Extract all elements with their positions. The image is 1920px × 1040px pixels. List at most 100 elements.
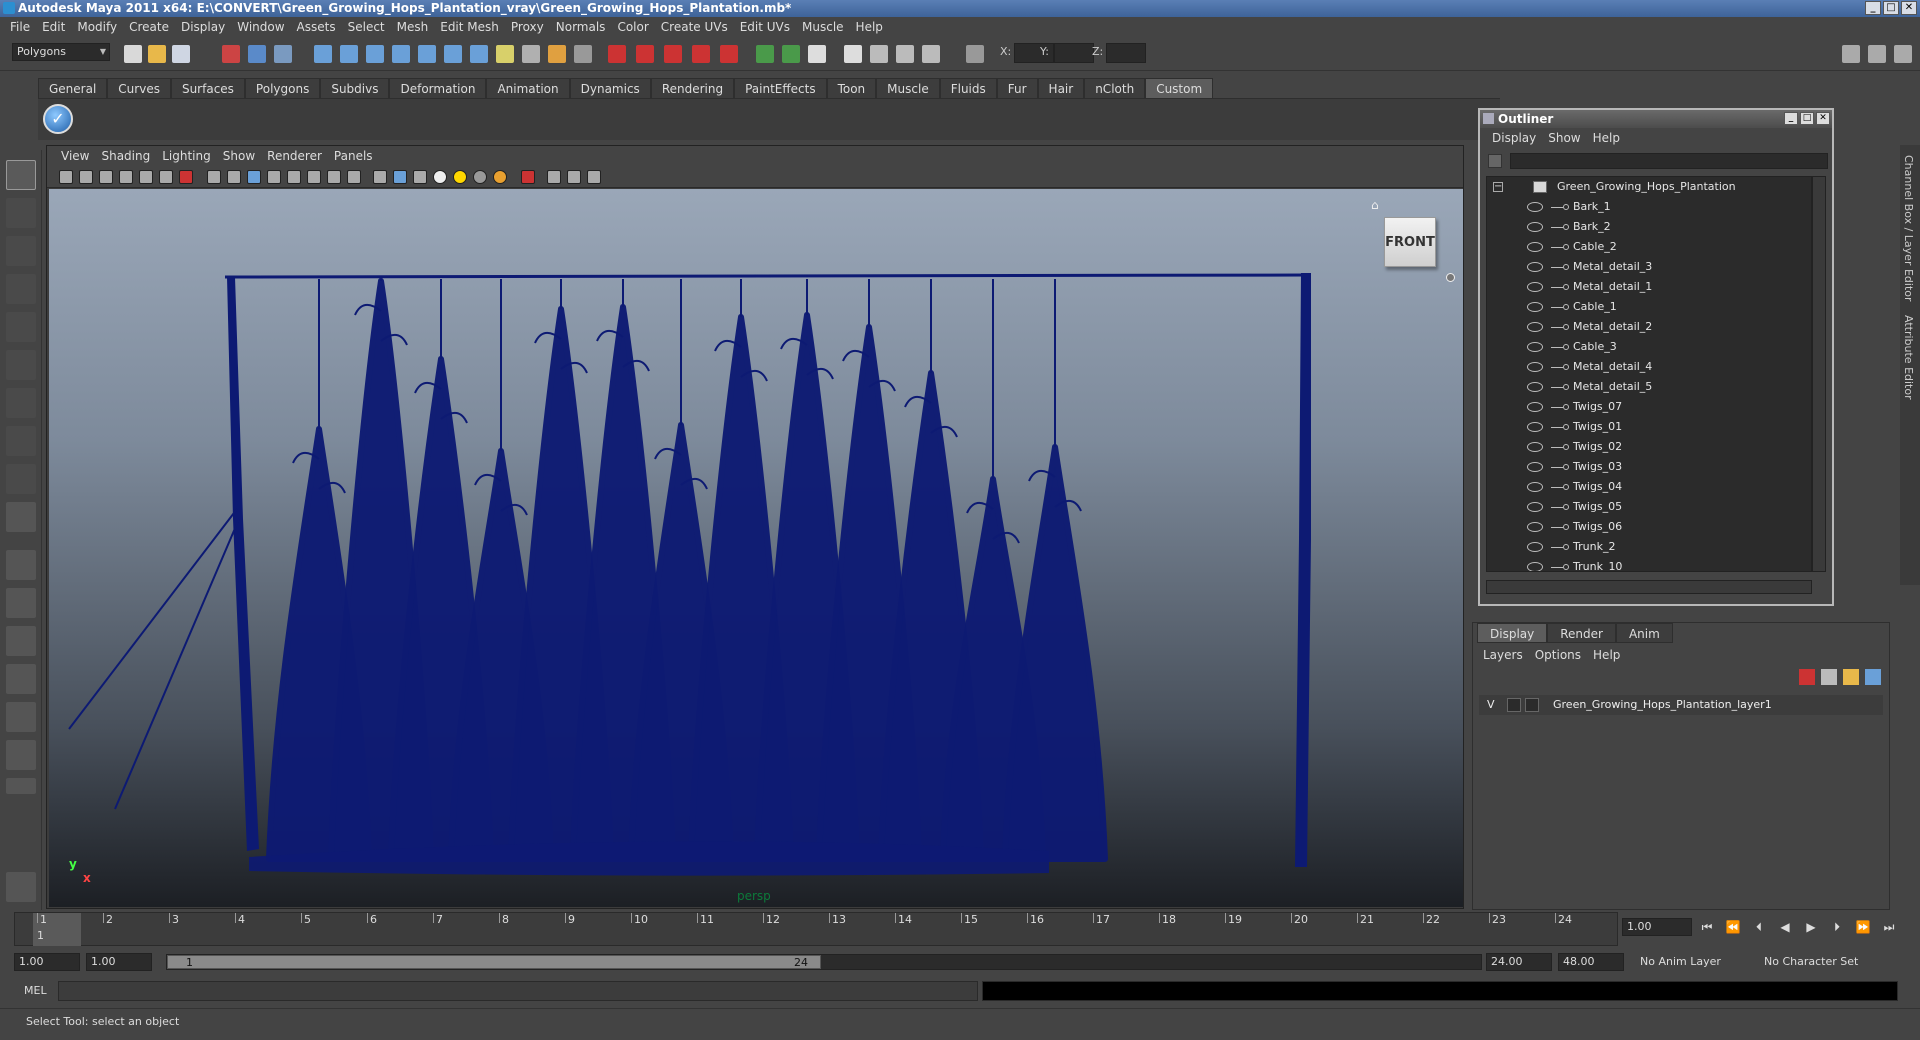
visibility-eye-icon[interactable] — [1527, 442, 1543, 452]
shelf-tab-dynamics[interactable]: Dynamics — [569, 78, 651, 98]
outliner-item[interactable]: Metal_detail_3 — [1487, 257, 1811, 277]
shelf-tab-deformation[interactable]: Deformation — [389, 78, 487, 98]
outliner-vertical-scrollbar[interactable] — [1812, 176, 1826, 572]
shelf-tab-animation[interactable]: Animation — [486, 78, 570, 98]
shelf-tab-ncloth[interactable]: nCloth — [1084, 78, 1146, 98]
outliner-item[interactable]: Bark_2 — [1487, 217, 1811, 237]
menu-help[interactable]: Help — [850, 20, 889, 34]
sphere-grey-icon[interactable] — [473, 170, 487, 184]
character-set-dropdown[interactable]: No Character Set — [1764, 953, 1858, 971]
visibility-eye-icon[interactable] — [1527, 402, 1543, 412]
menu-create-uvs[interactable]: Create UVs — [655, 20, 734, 34]
outliner-root-row[interactable]: − Green_Growing_Hops_Plantation — [1487, 177, 1811, 197]
snap-point-icon[interactable] — [366, 45, 384, 63]
construction-icon[interactable] — [470, 45, 488, 63]
persp-graph-layout-icon[interactable] — [6, 664, 36, 694]
menu-file[interactable]: File — [4, 20, 36, 34]
render-settings-icon[interactable] — [636, 45, 654, 63]
toggle-panel-icon[interactable] — [756, 45, 774, 63]
menu-select[interactable]: Select — [342, 20, 391, 34]
share-icon[interactable] — [587, 170, 601, 184]
shadows-icon[interactable] — [347, 170, 361, 184]
mel-input[interactable] — [58, 981, 978, 1001]
viewcube-menu-icon[interactable] — [1446, 273, 1455, 282]
persp-outliner-layout-icon[interactable] — [6, 626, 36, 656]
layer-tab-anim[interactable]: Anim — [1615, 623, 1673, 643]
visibility-eye-icon[interactable] — [1527, 262, 1543, 272]
channel-box-tab[interactable]: Channel Box / Layer Editor — [1902, 155, 1915, 302]
step-back-key-button[interactable]: ⏪ — [1722, 918, 1744, 936]
toggle-outliner-icon[interactable] — [782, 45, 800, 63]
grid-icon[interactable] — [139, 170, 153, 184]
outliner-menu-display[interactable]: Display — [1486, 131, 1542, 145]
vp-menu-show[interactable]: Show — [217, 149, 261, 163]
visibility-eye-icon[interactable] — [1527, 282, 1543, 292]
cube-outline-icon[interactable] — [567, 170, 581, 184]
menu-modify[interactable]: Modify — [71, 20, 123, 34]
outliner-close-button[interactable]: ✕ — [1816, 112, 1830, 125]
tool-settings-toggle-icon[interactable] — [1894, 45, 1912, 63]
transform-field-icon[interactable] — [966, 45, 984, 63]
shelf-tab-subdivs[interactable]: Subdivs — [320, 78, 390, 98]
display-icon[interactable] — [922, 45, 940, 63]
shelf-tab-hair[interactable]: Hair — [1037, 78, 1085, 98]
play-backwards-button[interactable]: ◀ — [1774, 918, 1796, 936]
vp-menu-renderer[interactable]: Renderer — [261, 149, 328, 163]
camera-select-icon[interactable] — [59, 170, 73, 184]
layer-row[interactable]: V Green_Growing_Hops_Plantation_layer1 — [1479, 695, 1883, 715]
cube-icon[interactable] — [547, 170, 561, 184]
layer-menu-help[interactable]: Help — [1587, 648, 1626, 662]
menu-assets[interactable]: Assets — [291, 20, 342, 34]
select-tool-icon[interactable] — [6, 160, 36, 190]
layer-stack-icon[interactable] — [1821, 669, 1837, 685]
shelf-tab-surfaces[interactable]: Surfaces — [170, 78, 245, 98]
outliner-horizontal-scrollbar[interactable] — [1486, 580, 1812, 594]
clipboard-icon[interactable] — [808, 45, 826, 63]
wireframe-on-shaded-icon[interactable] — [267, 170, 281, 184]
bookmarks-icon[interactable] — [99, 170, 113, 184]
move-tool-icon[interactable] — [6, 274, 36, 304]
vp-menu-lighting[interactable]: Lighting — [156, 149, 217, 163]
menu-create[interactable]: Create — [123, 20, 175, 34]
open-scene-icon[interactable] — [148, 45, 166, 63]
outliner-item[interactable]: Cable_3 — [1487, 337, 1811, 357]
sphere-white-icon[interactable] — [433, 170, 447, 184]
snap-surface-icon[interactable] — [418, 45, 436, 63]
outliner-item[interactable]: Metal_detail_2 — [1487, 317, 1811, 337]
menu-window[interactable]: Window — [231, 20, 290, 34]
layer-menu-options[interactable]: Options — [1529, 648, 1587, 662]
batch-icon[interactable] — [896, 45, 914, 63]
isolate-select-icon[interactable] — [373, 170, 387, 184]
layer-type-toggle[interactable] — [1507, 698, 1521, 712]
z-field[interactable] — [1106, 43, 1146, 63]
home-icon[interactable]: ⌂ — [1371, 199, 1383, 211]
shelf-tab-fluids[interactable]: Fluids — [939, 78, 997, 98]
visibility-eye-icon[interactable] — [1527, 522, 1543, 532]
snap-plane-icon[interactable] — [392, 45, 410, 63]
resolution-gate-icon[interactable] — [179, 170, 193, 184]
step-forward-frame-button[interactable]: ⏵ — [1826, 918, 1848, 936]
outliner-search-input[interactable] — [1510, 153, 1828, 169]
outliner-item[interactable]: Twigs_07 — [1487, 397, 1811, 417]
add-to-layer-icon[interactable] — [1865, 669, 1881, 685]
current-frame-field[interactable]: 1.00 — [1622, 918, 1692, 936]
visibility-eye-icon[interactable] — [1527, 202, 1543, 212]
y-field[interactable] — [1054, 43, 1094, 63]
visibility-eye-icon[interactable] — [1527, 422, 1543, 432]
default-material-icon[interactable] — [247, 170, 261, 184]
menu-display[interactable]: Display — [175, 20, 231, 34]
layer-color-swatch[interactable] — [1525, 698, 1539, 712]
persp-graph-hypergraph-layout-icon[interactable] — [6, 740, 36, 770]
viewcube[interactable]: FRONT — [1384, 217, 1436, 267]
shelf-tab-rendering[interactable]: Rendering — [650, 78, 735, 98]
use-all-lights-icon[interactable] — [327, 170, 341, 184]
visibility-eye-icon[interactable] — [1527, 502, 1543, 512]
playback-end-field[interactable]: 24.00 — [1486, 953, 1552, 971]
menu-color[interactable]: Color — [611, 20, 654, 34]
sphere-orange-icon[interactable] — [493, 170, 507, 184]
menu-muscle[interactable]: Muscle — [796, 20, 850, 34]
render-frame-icon[interactable] — [844, 45, 862, 63]
shelf-tab-muscle[interactable]: Muscle — [876, 78, 940, 98]
vp-menu-view[interactable]: View — [55, 149, 95, 163]
outliner-item[interactable]: Cable_1 — [1487, 297, 1811, 317]
